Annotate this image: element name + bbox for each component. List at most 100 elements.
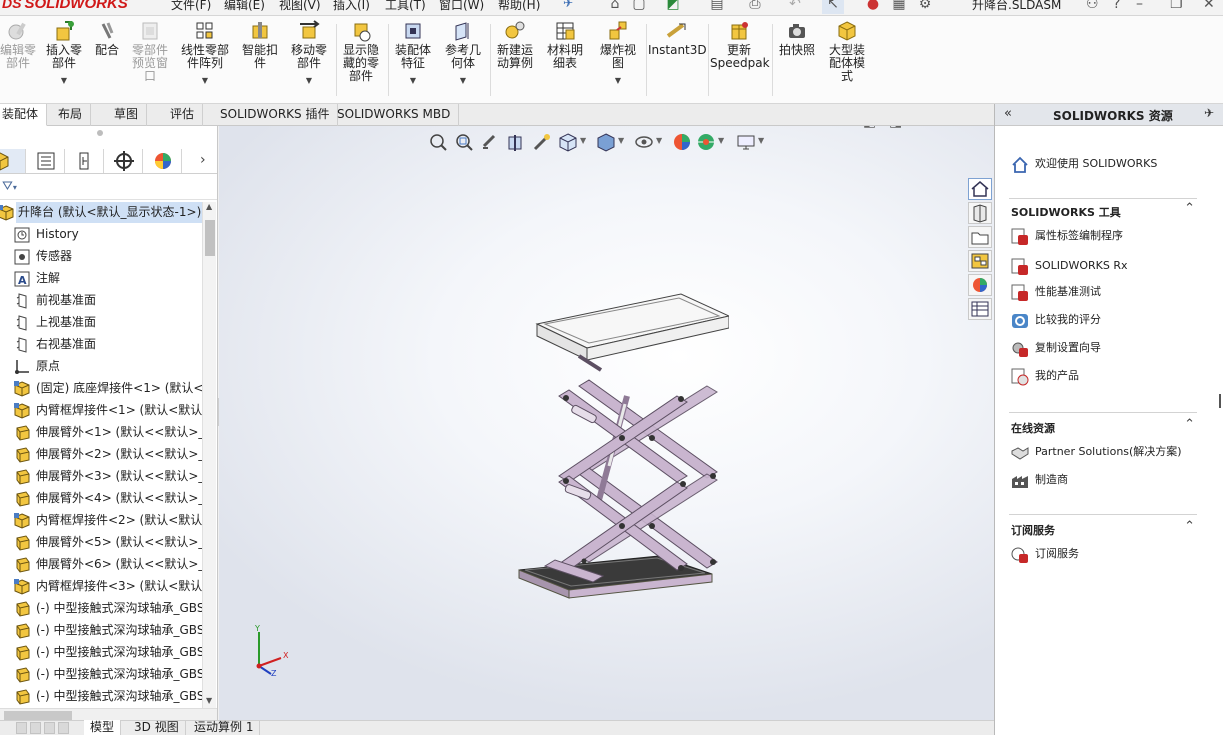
tree-node[interactable]: (-) 中型接触式深沟球轴承_GBS [0, 642, 202, 664]
chevron-down-icon[interactable]: ▼ [580, 136, 586, 145]
tab-appearances[interactable] [968, 274, 992, 296]
first-tab-button[interactable] [16, 722, 27, 734]
menu-window[interactable]: 窗口(W) [439, 0, 484, 12]
tree-node[interactable]: 内臂框焊接件<3> (默认<默认_ [0, 576, 202, 598]
large-assembly-mode-button[interactable]: 大型装 配体模 式 [822, 20, 872, 100]
tree-node[interactable]: 伸展臂外<6> (默认<<默认>_5 [0, 554, 202, 576]
tile-right-icon[interactable]: ◨ [889, 126, 902, 130]
tree-vertical-scrollbar[interactable]: ▲ ▼ [202, 202, 216, 708]
tab-file-explorer[interactable] [968, 226, 992, 248]
restore-button[interactable]: ❐ [1170, 0, 1183, 12]
move-component-button[interactable]: 移动零 部件 ▼ [286, 20, 332, 100]
edit-appearance-icon[interactable] [672, 132, 692, 152]
tree-node[interactable]: 上视基准面 [0, 312, 202, 334]
chevron-down-icon[interactable]: ▼ [618, 136, 624, 145]
collapse-pane-icon[interactable]: « [1004, 106, 1012, 121]
tree-node[interactable]: 伸展臂外<2> (默认<<默认>_5 [0, 444, 202, 466]
section-online-resources[interactable]: 在线资源 ⌃ [1011, 417, 1197, 440]
tree-node[interactable]: (-) 中型接触式深沟球轴承_GBS [0, 598, 202, 620]
new-motion-study-button[interactable]: 新建运 动算例 [492, 20, 538, 100]
tree-node[interactable]: 伸展臂外<1> (默认<<默认>_5 [0, 422, 202, 444]
select-icon[interactable]: ↖ [822, 0, 844, 14]
assembly-feature-button[interactable]: 装配体 特征 ▼ [390, 20, 436, 100]
tree-node[interactable]: (固定) 底座焊接件<1> (默认<默 [0, 378, 202, 400]
chevron-down-icon[interactable]: ▼ [656, 136, 662, 145]
chevron-down-icon[interactable]: ▼ [42, 74, 86, 87]
close-viewport-icon[interactable]: ✕ [965, 126, 977, 130]
save-icon[interactable]: ▤ [706, 0, 728, 14]
next-tab-button[interactable] [44, 722, 55, 734]
user-icon[interactable]: ⚇ [1086, 0, 1099, 12]
tab-model[interactable]: 模型 [84, 720, 122, 735]
tab-assembly[interactable]: 装配体 [0, 104, 48, 126]
tree-node[interactable]: A 注解 [0, 268, 202, 290]
chevron-down-icon[interactable]: ▼ [286, 74, 332, 87]
propertymanager-tab[interactable] [27, 149, 65, 173]
menu-tools[interactable]: 工具(T) [385, 0, 426, 12]
view-orientation-icon[interactable] [558, 132, 578, 152]
section-solidworks-tools[interactable]: SOLIDWORKS 工具 ⌃ [1011, 201, 1197, 224]
component-preview-button[interactable]: 零部件 预览窗 口 [128, 20, 172, 100]
tree-node[interactable]: 内臂框焊接件<1> (默认<默认_ [0, 400, 202, 422]
chevron-down-icon[interactable]: ▼ [758, 136, 764, 145]
tree-node[interactable]: 右视基准面 [0, 334, 202, 356]
rebuild-icon[interactable]: ● [862, 0, 884, 14]
tab-evaluate[interactable]: 评估 [162, 104, 204, 126]
show-hidden-components-button[interactable]: 显示隐 藏的零 部件 [338, 20, 384, 100]
zoom-to-fit-icon[interactable] [428, 132, 448, 152]
file-properties-icon[interactable]: ▦ [888, 0, 910, 14]
tile-left-icon[interactable]: ◧ [863, 126, 876, 130]
graphics-area[interactable]: ▼ ▼ ▼ ▼ ▼ ◧ ◨ – ❐ ✕ [219, 126, 994, 720]
restore-viewport-icon[interactable]: ❐ [939, 126, 952, 130]
tree-node[interactable]: (-) 中型接触式深沟球轴承_GBS [0, 664, 202, 686]
home-icon[interactable]: ⌂ [604, 0, 626, 14]
tab-3d-views[interactable]: 3D 视图 [128, 720, 186, 735]
chevron-down-icon[interactable]: ▼ [718, 136, 724, 145]
chevron-down-icon[interactable]: ▼ [176, 74, 234, 87]
tree-filter[interactable]: ⛛▾ [0, 176, 217, 200]
tab-solidworks-mbd[interactable]: SOLIDWORKS MBD [329, 104, 460, 126]
chevron-up-icon[interactable]: ⌃ [1184, 519, 1195, 534]
display-style-icon[interactable] [596, 132, 616, 152]
menu-file[interactable]: 文件(F) [171, 0, 211, 12]
tree-node[interactable]: 内臂框焊接件<2> (默认<默认_ [0, 510, 202, 532]
panel-grip[interactable] [97, 130, 103, 136]
menu-help[interactable]: 帮助(H) [498, 0, 540, 12]
new-document-icon[interactable]: ▢ [628, 0, 650, 14]
linear-pattern-button[interactable]: 线性零部 件阵列 ▼ [176, 20, 234, 100]
chevron-down-icon[interactable]: ▼ [440, 74, 486, 87]
snapshot-button[interactable]: 拍快照 [774, 20, 820, 100]
tab-view-palette[interactable] [968, 250, 992, 272]
pin-icon[interactable]: ✈ [1204, 106, 1214, 120]
print-icon[interactable]: ⎙ [744, 0, 766, 14]
hide-show-items-icon[interactable] [634, 132, 654, 152]
insert-component-button[interactable]: 插入零 部件 ▼ [42, 20, 86, 100]
previous-tab-button[interactable] [30, 722, 41, 734]
dynamic-annotation-icon[interactable] [532, 132, 552, 152]
scroll-up-icon[interactable]: ▲ [206, 202, 212, 211]
dimxpert-tab[interactable] [105, 149, 143, 173]
menu-insert[interactable]: 插入(I) [333, 0, 370, 12]
edit-component-button[interactable]: 编辑零 部件 [0, 20, 36, 100]
tree-node[interactable]: 伸展臂外<5> (默认<<默认>_5 [0, 532, 202, 554]
tree-root-node[interactable]: 升降台 (默认<默认_显示状态-1>) [0, 202, 202, 224]
scrollbar-thumb[interactable] [205, 220, 215, 256]
tab-design-library[interactable] [968, 202, 992, 224]
tree-node[interactable]: History [0, 224, 202, 246]
view-settings-icon[interactable] [736, 132, 756, 152]
tree-node[interactable]: 传感器 [0, 246, 202, 268]
featuremanager-tab[interactable] [0, 149, 26, 173]
chevron-up-icon[interactable]: ⌃ [1184, 201, 1195, 216]
minimize-viewport-icon[interactable]: – [915, 126, 922, 130]
chevron-down-icon[interactable]: ▼ [390, 74, 436, 87]
tab-motion-study-1[interactable]: 运动算例 1 [188, 720, 261, 735]
scroll-down-icon[interactable]: ▼ [206, 696, 212, 705]
minimize-button[interactable]: – [1136, 0, 1143, 12]
zoom-to-area-icon[interactable] [454, 132, 474, 152]
undo-icon[interactable]: ↶ [784, 0, 806, 14]
previous-view-icon[interactable] [480, 132, 500, 152]
tab-sketch[interactable]: 草图 [106, 104, 148, 126]
instant3d-button[interactable]: Instant3D [648, 20, 707, 100]
pin-icon[interactable]: ✈ [563, 0, 573, 12]
configurationmanager-tab[interactable] [66, 149, 104, 173]
